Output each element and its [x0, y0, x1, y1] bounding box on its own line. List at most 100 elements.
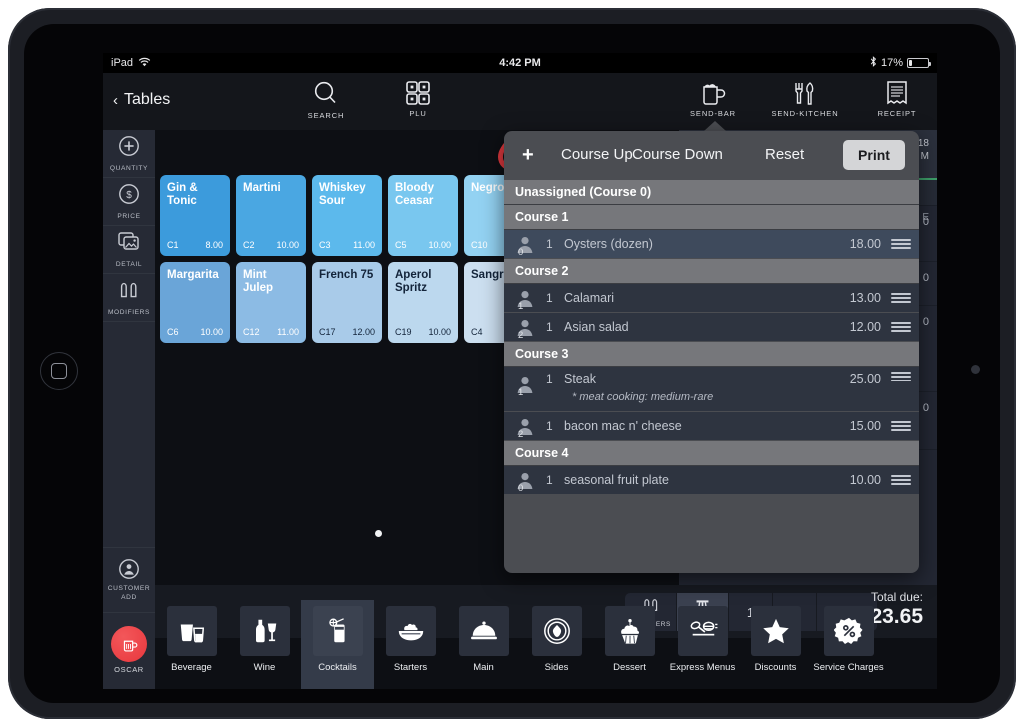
product-tile-code: C19 — [395, 327, 412, 337]
category-button-discounts[interactable]: Discounts — [739, 600, 812, 689]
drag-handle-icon[interactable] — [891, 293, 911, 303]
overlay-caret-icon — [704, 121, 726, 131]
seat-number: 1 — [518, 301, 524, 312]
receipt-icon — [884, 79, 910, 107]
course-section-header[interactable]: Course 4 — [504, 441, 919, 466]
course-item-row[interactable]: 1 1 Calamari 13.00 — [504, 284, 919, 313]
toolbar-send-kitchen-button[interactable]: SEND-KITCHEN — [767, 79, 843, 127]
rail-item-price[interactable]: $ PRICE — [103, 178, 155, 226]
home-button[interactable] — [40, 352, 78, 390]
course-up-button[interactable]: Course Up — [561, 146, 633, 163]
avatar — [111, 626, 147, 662]
course-item-row[interactable]: 1 1 Steak 25.00 * meat cooking: medium-rare — [504, 367, 919, 412]
reset-button[interactable]: Reset — [765, 146, 804, 163]
course-item-row[interactable]: 2 1 Asian salad 12.00 — [504, 313, 919, 342]
course-down-button[interactable]: Course Down — [632, 146, 723, 163]
category-label: Beverage — [171, 662, 212, 673]
ipad-device-frame: iPad 4:42 PM 17% ‹ Tables SEARCH PLU SEN… — [8, 8, 1016, 719]
product-tile[interactable]: French 75 C17 12.00 — [312, 262, 382, 343]
toolbar-receipt-label: RECEIPT — [877, 109, 917, 118]
toolbar-send-bar-button[interactable]: SEND-BAR — [675, 79, 751, 127]
product-tile-code: C2 — [243, 240, 255, 250]
rail-label-price: PRICE — [117, 213, 141, 220]
product-tile[interactable]: Whiskey Sour C3 11.00 — [312, 175, 382, 256]
course-section-header[interactable]: Course 1 — [504, 205, 919, 230]
product-tile-price: 11.00 — [353, 240, 375, 250]
category-button-service-charges[interactable]: Service Charges — [812, 600, 885, 689]
category-button-main[interactable]: Main — [447, 600, 520, 689]
star-icon — [750, 606, 801, 656]
category-button-wine[interactable]: Wine — [228, 600, 301, 689]
course-item-row[interactable]: 2 1 bacon mac n' cheese 15.00 — [504, 412, 919, 441]
category-label: Sides — [544, 662, 569, 673]
fork-knife-icon — [791, 79, 819, 107]
toolbar-plu-button[interactable]: PLU — [380, 79, 456, 127]
product-tile-price: 11.00 — [277, 327, 299, 337]
wine-bottle-icon — [239, 606, 290, 656]
product-tile[interactable]: Margarita C6 10.00 — [160, 262, 230, 343]
item-name: bacon mac n' cheese — [564, 419, 682, 433]
battery-percent-label: 17% — [880, 57, 903, 69]
rail-item-detail[interactable]: DETAIL — [103, 226, 155, 274]
category-button-cocktails[interactable]: Cocktails — [301, 600, 374, 689]
toolbar-receipt-button[interactable]: RECEIPT — [859, 79, 935, 127]
category-button-starters[interactable]: Starters — [374, 600, 447, 689]
course-section-header[interactable]: Unassigned (Course 0) — [504, 180, 919, 205]
product-tile[interactable]: Gin & Tonic C1 8.00 — [160, 175, 230, 256]
top-toolbar: ‹ Tables SEARCH PLU SEND-BAR SEND-KITCHE… — [103, 73, 937, 171]
product-tile-code: C5 — [395, 240, 407, 250]
dollar-circle-icon: $ — [118, 183, 140, 210]
course-section-header[interactable]: Course 2 — [504, 259, 919, 284]
product-tile-name: Gin & Tonic — [167, 182, 198, 207]
course-section-header[interactable]: Course 3 — [504, 342, 919, 367]
product-tile-name: French 75 — [319, 269, 374, 281]
print-button[interactable]: Print — [843, 140, 905, 170]
product-tile-code: C12 — [243, 327, 260, 337]
back-to-tables-button[interactable]: ‹ Tables — [113, 91, 170, 109]
category-button-dessert[interactable]: Dessert — [593, 600, 666, 689]
drag-handle-icon[interactable] — [891, 475, 911, 485]
grid-plu-icon — [404, 79, 432, 107]
drag-handle-icon[interactable] — [891, 421, 911, 431]
product-tile-name: Mint Julep — [243, 269, 274, 294]
product-tile[interactable]: Aperol Spritz C19 10.00 — [388, 262, 458, 343]
rail-item-quantity[interactable]: QUANTITY — [103, 130, 155, 178]
product-tile-footer: C3 11.00 — [319, 240, 375, 250]
product-tile[interactable]: Martini C2 10.00 — [236, 175, 306, 256]
course-overlay-panel: + Course Up Course Down Reset Print Unas… — [504, 131, 919, 573]
category-button-beverage[interactable]: Beverage — [155, 600, 228, 689]
product-tile[interactable]: Mint Julep C12 11.00 — [236, 262, 306, 343]
drag-handle-icon[interactable] — [891, 322, 911, 332]
rail-item-user[interactable]: OSCAR — [103, 613, 155, 687]
product-tile-name: Margarita — [167, 269, 219, 281]
rail-spacer — [103, 322, 155, 547]
category-label: Discounts — [754, 662, 797, 673]
image-stack-icon — [117, 231, 141, 258]
drag-handle-icon[interactable] — [891, 239, 911, 249]
rail-item-customer-add[interactable]: CUSTOMER ADD — [103, 547, 155, 613]
plus-icon[interactable]: + — [522, 145, 534, 165]
course-item-row[interactable]: 0 1 seasonal fruit plate 10.00 — [504, 466, 919, 495]
drag-handle-icon[interactable] — [891, 372, 911, 382]
item-price: 15.00 — [849, 419, 881, 433]
cocktail-icon — [312, 606, 363, 656]
seat-number: 2 — [518, 429, 524, 440]
product-tile-price: 10.00 — [428, 327, 451, 337]
status-bar-time: 4:42 PM — [499, 57, 541, 69]
product-tile-price: 12.00 — [352, 327, 375, 337]
rail-item-modifiers[interactable]: MODIFIERS — [103, 274, 155, 322]
category-button-express-menus[interactable]: Express Menus — [666, 600, 739, 689]
course-item-row[interactable]: 0 1 Oysters (dozen) 18.00 — [504, 230, 919, 259]
item-price: 10.00 — [849, 473, 881, 487]
category-button-sides[interactable]: Sides — [520, 600, 593, 689]
seat-number: 1 — [518, 387, 524, 398]
product-tile-code: C4 — [471, 327, 483, 337]
product-tile-name: Martini — [243, 182, 281, 194]
toolbar-search-button[interactable]: SEARCH — [288, 79, 364, 127]
product-tile-footer: C12 11.00 — [243, 327, 299, 337]
seat-badge-icon: 2 — [512, 414, 538, 440]
beer-mug-icon — [699, 79, 727, 107]
product-tile-code: C10 — [471, 240, 488, 250]
page-indicator-dot[interactable] — [375, 530, 382, 537]
product-tile[interactable]: Bloody Ceasar C5 10.00 — [388, 175, 458, 256]
